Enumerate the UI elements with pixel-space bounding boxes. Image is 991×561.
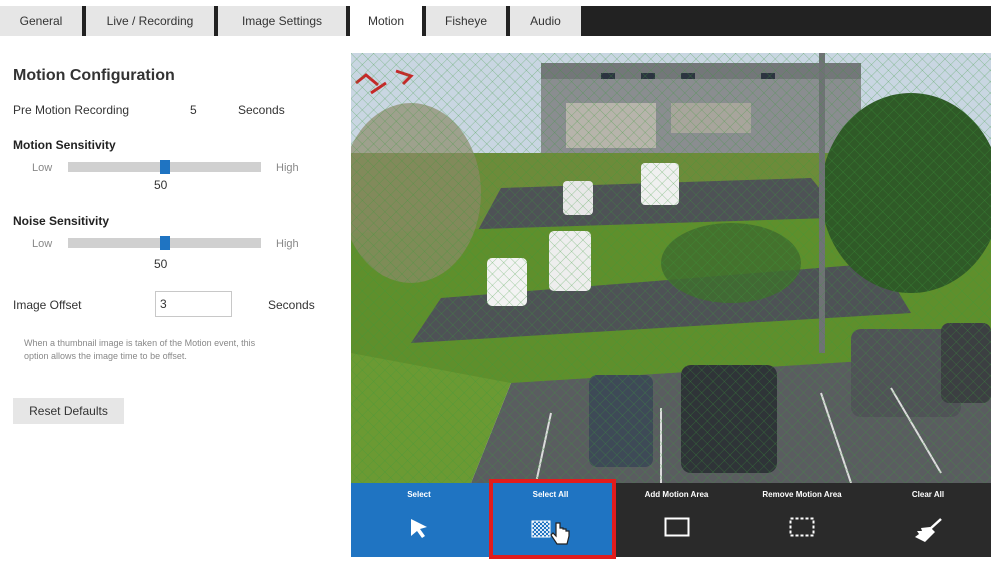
noise-sensitivity-slider-thumb[interactable] <box>159 236 170 250</box>
reset-defaults-button[interactable]: Reset Defaults <box>13 398 124 424</box>
motion-sensitivity-label: Motion Sensitivity <box>13 138 116 152</box>
noise-sensitivity-value: 50 <box>154 257 168 271</box>
rectangle-icon <box>664 517 689 537</box>
page-title: Motion Configuration <box>13 67 175 84</box>
noise-sensitivity-high: High <box>276 238 299 250</box>
tab-bar: General Live / Recording Image Settings … <box>0 0 991 36</box>
remove-motion-area-button[interactable]: Remove Motion Area <box>739 483 865 557</box>
noise-sensitivity-label: Noise Sensitivity <box>13 214 110 228</box>
arrow-cursor-icon <box>411 519 427 538</box>
pre-motion-label: Pre Motion Recording <box>13 103 130 117</box>
image-offset-label: Image Offset <box>13 298 82 312</box>
noise-sensitivity-low: Low <box>32 238 53 250</box>
camera-view[interactable] <box>351 53 991 483</box>
clear-all-button[interactable]: Clear All <box>865 483 991 557</box>
tab-general[interactable]: General <box>0 6 82 36</box>
image-offset-unit: Seconds <box>268 298 315 312</box>
remove-motion-area-label: Remove Motion Area <box>762 490 842 499</box>
clear-all-label: Clear All <box>911 490 945 499</box>
select-tool-label: Select <box>407 490 431 499</box>
image-offset-description: When a thumbnail image is taken of the M… <box>24 338 256 361</box>
broom-icon <box>915 518 942 542</box>
tab-bar-filler <box>581 6 991 36</box>
select-all-grid-icon <box>531 520 570 545</box>
add-motion-area-label: Add Motion Area <box>644 490 709 499</box>
select-tool-button[interactable]: Select <box>351 483 487 557</box>
select-all-label: Select All <box>532 490 569 499</box>
add-motion-area-button[interactable]: Add Motion Area <box>614 483 739 557</box>
motion-sensitivity-value: 50 <box>154 178 168 192</box>
tab-live-recording[interactable]: Live / Recording <box>86 6 214 36</box>
image-offset-input[interactable] <box>155 291 232 317</box>
tab-audio[interactable]: Audio <box>510 6 581 36</box>
motion-sensitivity-low: Low <box>32 162 53 174</box>
motion-sensitivity-high: High <box>276 162 299 174</box>
pre-motion-unit: Seconds <box>238 103 285 117</box>
pre-motion-value[interactable]: 5 <box>190 103 197 117</box>
tab-fisheye[interactable]: Fisheye <box>426 6 506 36</box>
dashed-rectangle-icon <box>789 517 815 537</box>
select-all-button[interactable]: Select All <box>487 483 614 557</box>
camera-image <box>351 53 991 483</box>
tab-motion[interactable]: Motion <box>350 6 422 36</box>
motion-toolbar: Select Select All Add Motion Area Remove <box>351 483 991 557</box>
motion-sensitivity-slider-thumb[interactable] <box>159 160 170 174</box>
tab-image-settings[interactable]: Image Settings <box>218 6 346 36</box>
